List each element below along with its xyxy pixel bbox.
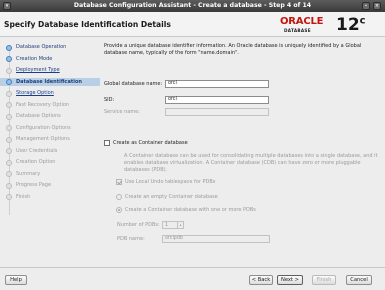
sidebar-step-label: Deployment Type xyxy=(16,67,60,73)
sidebar-step[interactable]: Database Operation xyxy=(0,43,100,51)
service-name-input[interactable] xyxy=(165,108,269,116)
window-titlebar: ▾ Database Configuration Assistant - Cre… xyxy=(0,0,385,12)
sidebar-step-label: Creation Mode xyxy=(16,55,53,62)
wizard-footer: Help < Back Next > Finish Cancel xyxy=(0,267,385,290)
sidebar-step: Progress Page xyxy=(0,181,100,189)
step-status-icon xyxy=(6,113,12,120)
sidebar-step-label: Management Options xyxy=(16,136,70,142)
version-logo: 12c xyxy=(336,15,366,35)
one-or-more-pdbs-radio[interactable] xyxy=(116,207,122,213)
window-menu-icon[interactable]: ▾ xyxy=(3,2,11,10)
empty-container-label: Create an empty Container database xyxy=(125,194,218,200)
sidebar-step[interactable]: Storage Option xyxy=(0,89,100,97)
global-db-name-input[interactable]: orcl xyxy=(165,80,269,88)
step-status-icon xyxy=(6,56,12,62)
wizard-window: Specify Database Identification Details … xyxy=(0,12,385,290)
step-status-icon xyxy=(6,44,12,51)
oracle-database-label: DATABASE xyxy=(284,28,311,33)
create-container-label: Create as Container database xyxy=(113,140,188,146)
minimize-icon[interactable]: – xyxy=(362,2,370,10)
page-title: Specify Database Identification Details xyxy=(4,20,171,29)
sidebar-step: Database Options xyxy=(0,112,100,120)
one-or-more-pdbs-label: Create a Container database with one or … xyxy=(125,207,256,213)
cdb-description: A Container database can be used for con… xyxy=(124,153,378,173)
service-name-label: Service name: xyxy=(104,109,140,115)
spinner-arrows-icon[interactable]: ▴ xyxy=(177,222,183,228)
sidebar-step-label: User Credentials xyxy=(16,147,58,154)
sidebar-step-label: Creation Option xyxy=(16,159,56,165)
sidebar-step: Creation Option xyxy=(0,158,100,166)
sidebar-step: Summary xyxy=(0,170,100,178)
sidebar-step-label: Database Identification xyxy=(16,78,82,85)
pdb-name-label: PDB name: xyxy=(117,236,145,242)
version-number: 12 xyxy=(336,15,360,35)
use-local-undo-checkbox[interactable] xyxy=(116,179,122,185)
create-container-checkbox[interactable] xyxy=(104,140,110,146)
step-status-icon xyxy=(6,136,12,143)
help-button[interactable]: Help xyxy=(5,275,27,285)
step-status-icon xyxy=(6,125,12,131)
sidebar-step-label: Database Operation xyxy=(16,44,67,50)
window-title: Database Configuration Assistant - Creat… xyxy=(73,2,312,9)
step-status-icon xyxy=(6,194,12,200)
step-status-icon xyxy=(6,79,12,85)
intro-text: Provide a unique database identifier inf… xyxy=(104,43,362,56)
sidebar-step: Configuration Options xyxy=(0,124,100,132)
wizard-header: Specify Database Identification Details … xyxy=(0,12,385,37)
sid-input[interactable]: orcl xyxy=(165,96,269,104)
sidebar-step: Fast Recovery Option xyxy=(0,101,100,109)
next-button[interactable]: Next > xyxy=(277,275,303,285)
sidebar-step[interactable]: Creation Mode xyxy=(0,55,100,63)
step-status-icon xyxy=(6,182,12,189)
step-status-icon xyxy=(6,148,12,154)
sidebar-step: Finish xyxy=(0,193,100,201)
wizard-steps-sidebar: Database Operation Creation Mode Deploymen… xyxy=(0,39,100,267)
step-status-icon xyxy=(6,67,12,74)
main-panel: Provide a unique database identifier inf… xyxy=(100,39,383,267)
step-status-icon xyxy=(6,171,12,177)
step-status-icon xyxy=(6,159,12,166)
close-icon[interactable]: × xyxy=(373,2,381,10)
num-pdbs-label: Number of PDBs: xyxy=(117,222,160,228)
version-suffix: c xyxy=(359,15,366,27)
sidebar-step-label: Finish xyxy=(16,193,31,200)
sidebar-step-label: Progress Page xyxy=(16,182,52,188)
sidebar-step-label: Summary xyxy=(16,170,41,177)
sidebar-step-label: Database Options xyxy=(16,113,61,119)
cancel-button[interactable]: Cancel xyxy=(346,275,372,285)
sid-label: SID: xyxy=(104,97,115,103)
use-local-undo-label: Use Local Undo tablespace for PDBs xyxy=(125,179,216,185)
sidebar-step: Management Options xyxy=(0,135,100,143)
pdb-name-input[interactable]: orclpdb xyxy=(162,235,270,243)
num-pdbs-value: 1 xyxy=(165,222,169,228)
finish-button[interactable]: Finish xyxy=(312,275,336,285)
num-pdbs-spinner[interactable]: 1 ▴ xyxy=(162,221,184,229)
sidebar-step-label: Configuration Options xyxy=(16,124,71,131)
oracle-logo: ORACLE xyxy=(280,16,324,27)
sidebar-step[interactable]: Deployment Type xyxy=(0,66,100,74)
empty-container-radio[interactable] xyxy=(116,194,122,200)
back-button[interactable]: < Back xyxy=(249,275,273,285)
step-status-icon xyxy=(6,90,12,97)
sidebar-step[interactable]: Database Identification xyxy=(0,77,100,86)
sidebar-step-label: Storage Option xyxy=(16,90,54,96)
sidebar-step-label: Fast Recovery Option xyxy=(16,101,70,108)
global-db-name-label: Global database name: xyxy=(104,81,163,87)
sidebar-step: User Credentials xyxy=(0,147,100,155)
step-status-icon xyxy=(6,102,12,108)
